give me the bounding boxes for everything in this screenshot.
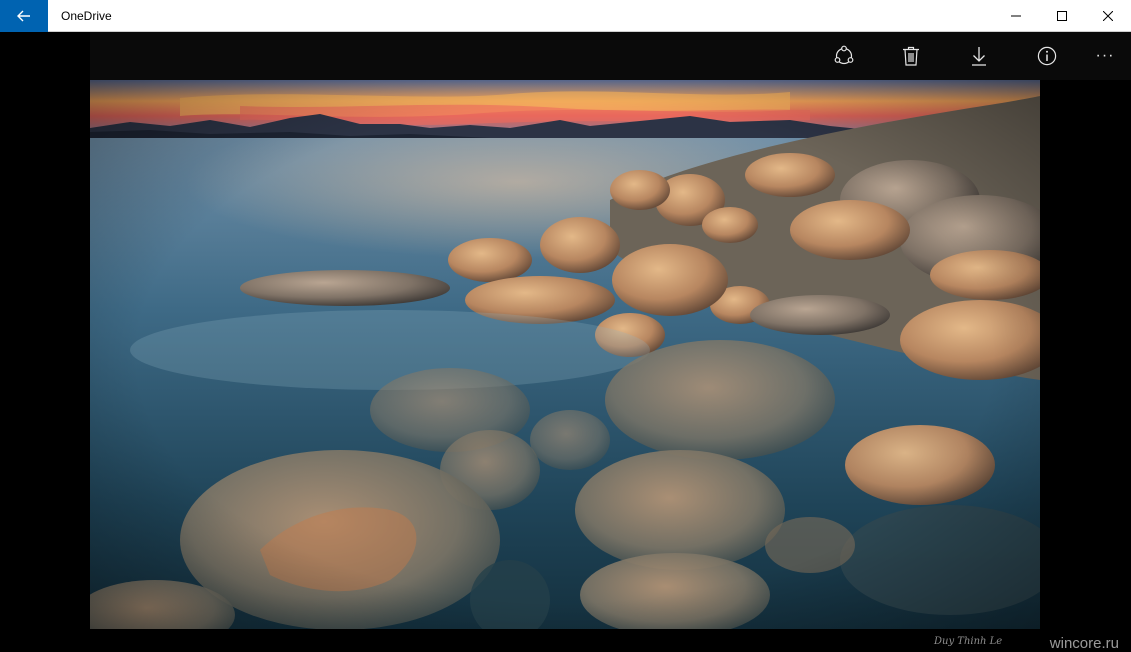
app-title: OneDrive — [61, 9, 112, 23]
info-button[interactable] — [1023, 32, 1071, 80]
site-watermark: wincore.ru — [1049, 635, 1119, 652]
more-icon: ··· — [1095, 47, 1115, 64]
close-button[interactable] — [1085, 0, 1131, 32]
photographer-signature: Duy Thinh Le — [934, 636, 1003, 647]
photo-viewer: ··· Duy Thinh Le wincore.ru — [0, 32, 1131, 652]
share-icon — [834, 45, 854, 65]
back-button[interactable] — [0, 0, 48, 32]
download-button[interactable] — [955, 32, 1003, 80]
title-bar: OneDrive — [0, 0, 1131, 32]
photo — [90, 80, 1040, 629]
minimize-icon — [1011, 15, 1021, 17]
close-icon — [1103, 11, 1113, 21]
delete-icon — [903, 46, 919, 66]
info-icon — [1037, 46, 1057, 66]
minimize-button[interactable] — [993, 0, 1039, 32]
download-icon — [972, 47, 986, 66]
seascape-image — [90, 80, 1040, 629]
arrow-left-icon — [17, 10, 30, 22]
more-button[interactable]: ··· — [1081, 32, 1129, 80]
maximize-button[interactable] — [1039, 0, 1085, 32]
maximize-icon — [1057, 11, 1067, 21]
delete-button[interactable] — [887, 32, 935, 80]
share-button[interactable] — [820, 32, 868, 80]
viewer-toolbar: ··· — [90, 32, 1131, 80]
